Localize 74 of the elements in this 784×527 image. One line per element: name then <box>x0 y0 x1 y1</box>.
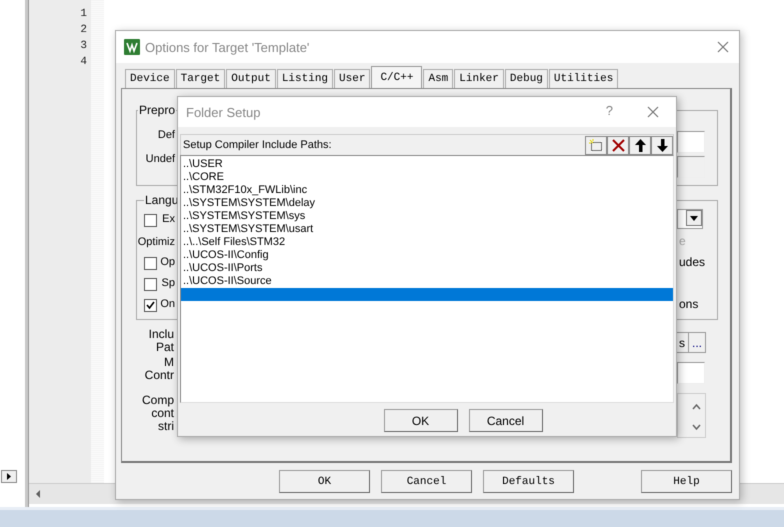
window-title: Options for Target 'Template' <box>145 40 310 54</box>
close-icon[interactable] <box>717 41 729 53</box>
misc-controls-label: M <box>164 356 174 369</box>
dialog-button[interactable]: OK <box>279 470 370 493</box>
include-paths-label: Pat <box>156 341 174 354</box>
misc-controls-field[interactable] <box>677 362 705 384</box>
path-item[interactable]: ..\STM32F10x_FWLib\inc <box>181 184 673 197</box>
tab[interactable]: Linker <box>454 69 504 88</box>
arrow-down-icon <box>656 138 668 152</box>
path-item[interactable]: ..\USER <box>181 158 673 171</box>
define-field[interactable] <box>677 131 705 153</box>
tab[interactable]: Listing <box>276 69 334 88</box>
path-item[interactable]: ..\SYSTEM\SYSTEM\usart <box>181 223 673 236</box>
path-item[interactable]: ..\..\Self Files\STM32 <box>181 236 673 249</box>
checkbox[interactable] <box>144 278 157 291</box>
new-item-icon <box>589 138 603 152</box>
compiler-string-label: cont <box>151 407 174 420</box>
path-item[interactable]: ..\CORE <box>181 171 673 184</box>
tab[interactable]: Device <box>125 69 175 88</box>
group-title: Langu <box>144 193 180 207</box>
option-label: udes <box>678 255 706 269</box>
misc-controls-label: Contr <box>144 369 174 382</box>
move-down-button[interactable] <box>651 136 673 154</box>
delete-icon <box>612 138 624 152</box>
checkbox[interactable] <box>144 214 157 227</box>
scroll-down-icon[interactable] <box>692 424 701 430</box>
window-title: Folder Setup <box>186 104 260 120</box>
dialog-button[interactable]: Help <box>641 470 732 493</box>
path-item[interactable]: ..\SYSTEM\SYSTEM\sys <box>181 210 673 223</box>
checkbox-label: On <box>160 298 175 310</box>
undefine-label: Undef <box>146 153 175 165</box>
help-button[interactable]: ? <box>606 103 613 118</box>
checkbox[interactable] <box>144 257 157 270</box>
checkbox-label: Sp <box>162 277 175 289</box>
app-icon <box>124 39 140 55</box>
path-item[interactable]: ..\UCOS-II\Ports <box>181 262 673 275</box>
checkbox[interactable] <box>144 299 157 312</box>
dialog-button[interactable]: Defaults <box>483 470 574 493</box>
tab[interactable]: User <box>334 69 370 88</box>
path-item[interactable]: ..\SYSTEM\SYSTEM\delay <box>181 197 673 210</box>
checkbox-label: Ex <box>162 213 175 225</box>
line-number: 4 <box>80 55 87 70</box>
line-number: 2 <box>80 23 87 38</box>
tab[interactable]: Asm <box>423 69 454 88</box>
move-up-button[interactable] <box>629 136 651 154</box>
optimize-label: Optimiz <box>138 236 175 248</box>
tab[interactable]: Utilities <box>548 69 618 88</box>
scroll-up-icon[interactable] <box>692 404 701 410</box>
tab[interactable]: Debug <box>504 69 548 88</box>
tab[interactable]: Output <box>226 69 276 88</box>
dialog-button[interactable]: OK <box>384 409 458 432</box>
path-item[interactable]: ..\UCOS-II\Config <box>181 249 673 262</box>
line-number: 1 <box>80 7 87 22</box>
browse-button[interactable]: ... <box>688 332 706 353</box>
define-label: Def <box>158 129 175 141</box>
tab[interactable]: C/C++ <box>371 66 422 88</box>
new-folder-button[interactable] <box>585 136 607 154</box>
dropdown-caret-icon <box>690 216 698 220</box>
tab[interactable]: Target <box>176 69 226 88</box>
dropdown[interactable] <box>677 209 703 229</box>
compiler-string-label: stri <box>158 420 174 433</box>
line-number: 3 <box>80 39 87 54</box>
checkbox-label: Op <box>160 256 175 268</box>
path-item[interactable]: ..\UCOS-II\Source <box>181 275 673 288</box>
include-paths-label: Inclu <box>148 328 174 341</box>
dialog-button[interactable]: Cancel <box>381 470 472 493</box>
compiler-string-label: Comp <box>142 394 174 407</box>
dialog-button[interactable]: Cancel <box>468 409 542 432</box>
arrow-up-icon <box>634 138 646 152</box>
list-title: Setup Compiler Include Paths: <box>182 139 332 151</box>
scroll-right-icon[interactable] <box>1 470 17 483</box>
group-title: Prepro <box>138 103 176 117</box>
delete-button[interactable] <box>607 136 629 154</box>
close-icon[interactable] <box>647 106 659 118</box>
